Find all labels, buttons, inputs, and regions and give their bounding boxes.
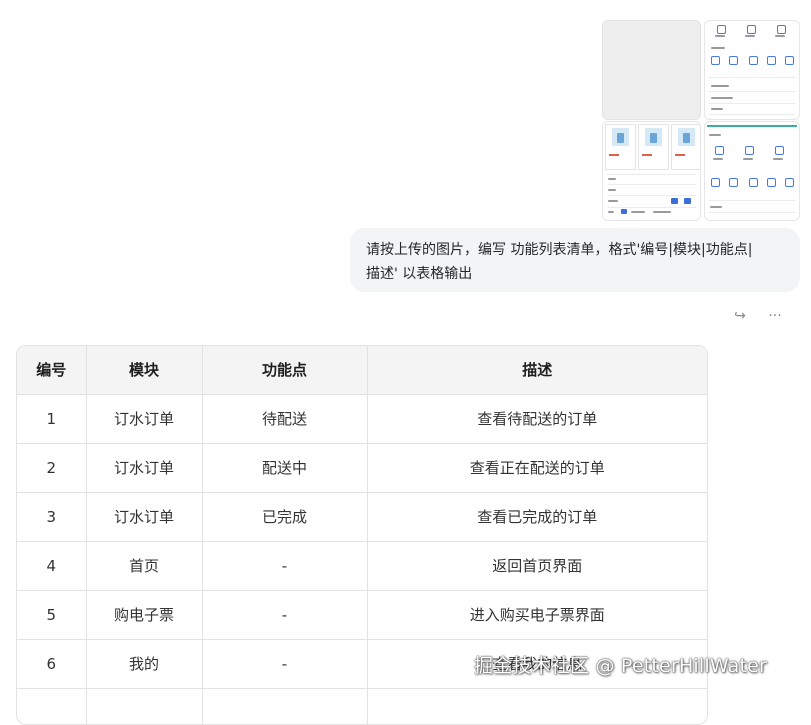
- table-row: [17, 688, 707, 724]
- cell-module: 订水订单: [86, 394, 203, 444]
- cell-description: 查看正在配送的订单: [367, 443, 707, 493]
- header-feature: 功能点: [202, 346, 368, 395]
- cell-feature: -: [202, 541, 368, 591]
- header-module: 模块: [86, 346, 203, 395]
- header-description: 描述: [367, 346, 707, 395]
- table-row: 4 首页 - 返回首页界面: [17, 541, 707, 591]
- cell-module: 首页: [86, 541, 203, 591]
- cell-module: [86, 688, 203, 724]
- cell-number: 2: [17, 443, 87, 493]
- table-row: 1 订水订单 待配送 查看待配送的订单: [17, 394, 707, 444]
- table-row: 2 订水订单 配送中 查看正在配送的订单: [17, 443, 707, 493]
- cell-module: 购电子票: [86, 590, 203, 640]
- cell-feature: 配送中: [202, 443, 368, 493]
- cell-feature: 已完成: [202, 492, 368, 542]
- cell-description: 进入购买电子票界面: [367, 590, 707, 640]
- uploaded-image-4[interactable]: [704, 121, 800, 221]
- uploaded-image-3[interactable]: [602, 121, 701, 221]
- uploaded-image-1[interactable]: [602, 20, 701, 120]
- uploaded-image-2[interactable]: [704, 20, 800, 120]
- watermark: 掘金技术社区 @ PetterHillWater: [474, 655, 768, 677]
- table-header-row: 编号 模块 功能点 描述: [17, 346, 707, 395]
- cell-description: [367, 688, 707, 724]
- cell-feature: -: [202, 590, 368, 640]
- cell-number: 1: [17, 394, 87, 444]
- cell-feature: 待配送: [202, 394, 368, 444]
- cell-module: 我的: [86, 639, 203, 689]
- share-icon[interactable]: ↪: [730, 306, 750, 326]
- cell-number: 5: [17, 590, 87, 640]
- cell-number: [17, 688, 87, 724]
- table-row: 5 购电子票 - 进入购买电子票界面: [17, 590, 707, 640]
- cell-description: 查看已完成的订单: [367, 492, 707, 542]
- cell-description: 查看待配送的订单: [367, 394, 707, 444]
- cell-number: 3: [17, 492, 87, 542]
- message-line-2: 描述' 以表格输出: [366, 266, 473, 282]
- table-row: 3 订水订单 已完成 查看已完成的订单: [17, 492, 707, 542]
- cell-module: 订水订单: [86, 443, 203, 493]
- cell-module: 订水订单: [86, 492, 203, 542]
- cell-feature: [202, 688, 368, 724]
- header-number: 编号: [17, 346, 87, 395]
- cell-description: 返回首页界面: [367, 541, 707, 591]
- more-options-icon[interactable]: ···: [765, 306, 785, 326]
- message-line-1: 请按上传的图片，编写 功能列表清单，格式'编号|模块|功能点|: [366, 242, 753, 258]
- user-message-bubble: 请按上传的图片，编写 功能列表清单，格式'编号|模块|功能点| 描述' 以表格输…: [350, 228, 800, 292]
- cell-number: 4: [17, 541, 87, 591]
- cell-number: 6: [17, 639, 87, 689]
- cell-feature: -: [202, 639, 368, 689]
